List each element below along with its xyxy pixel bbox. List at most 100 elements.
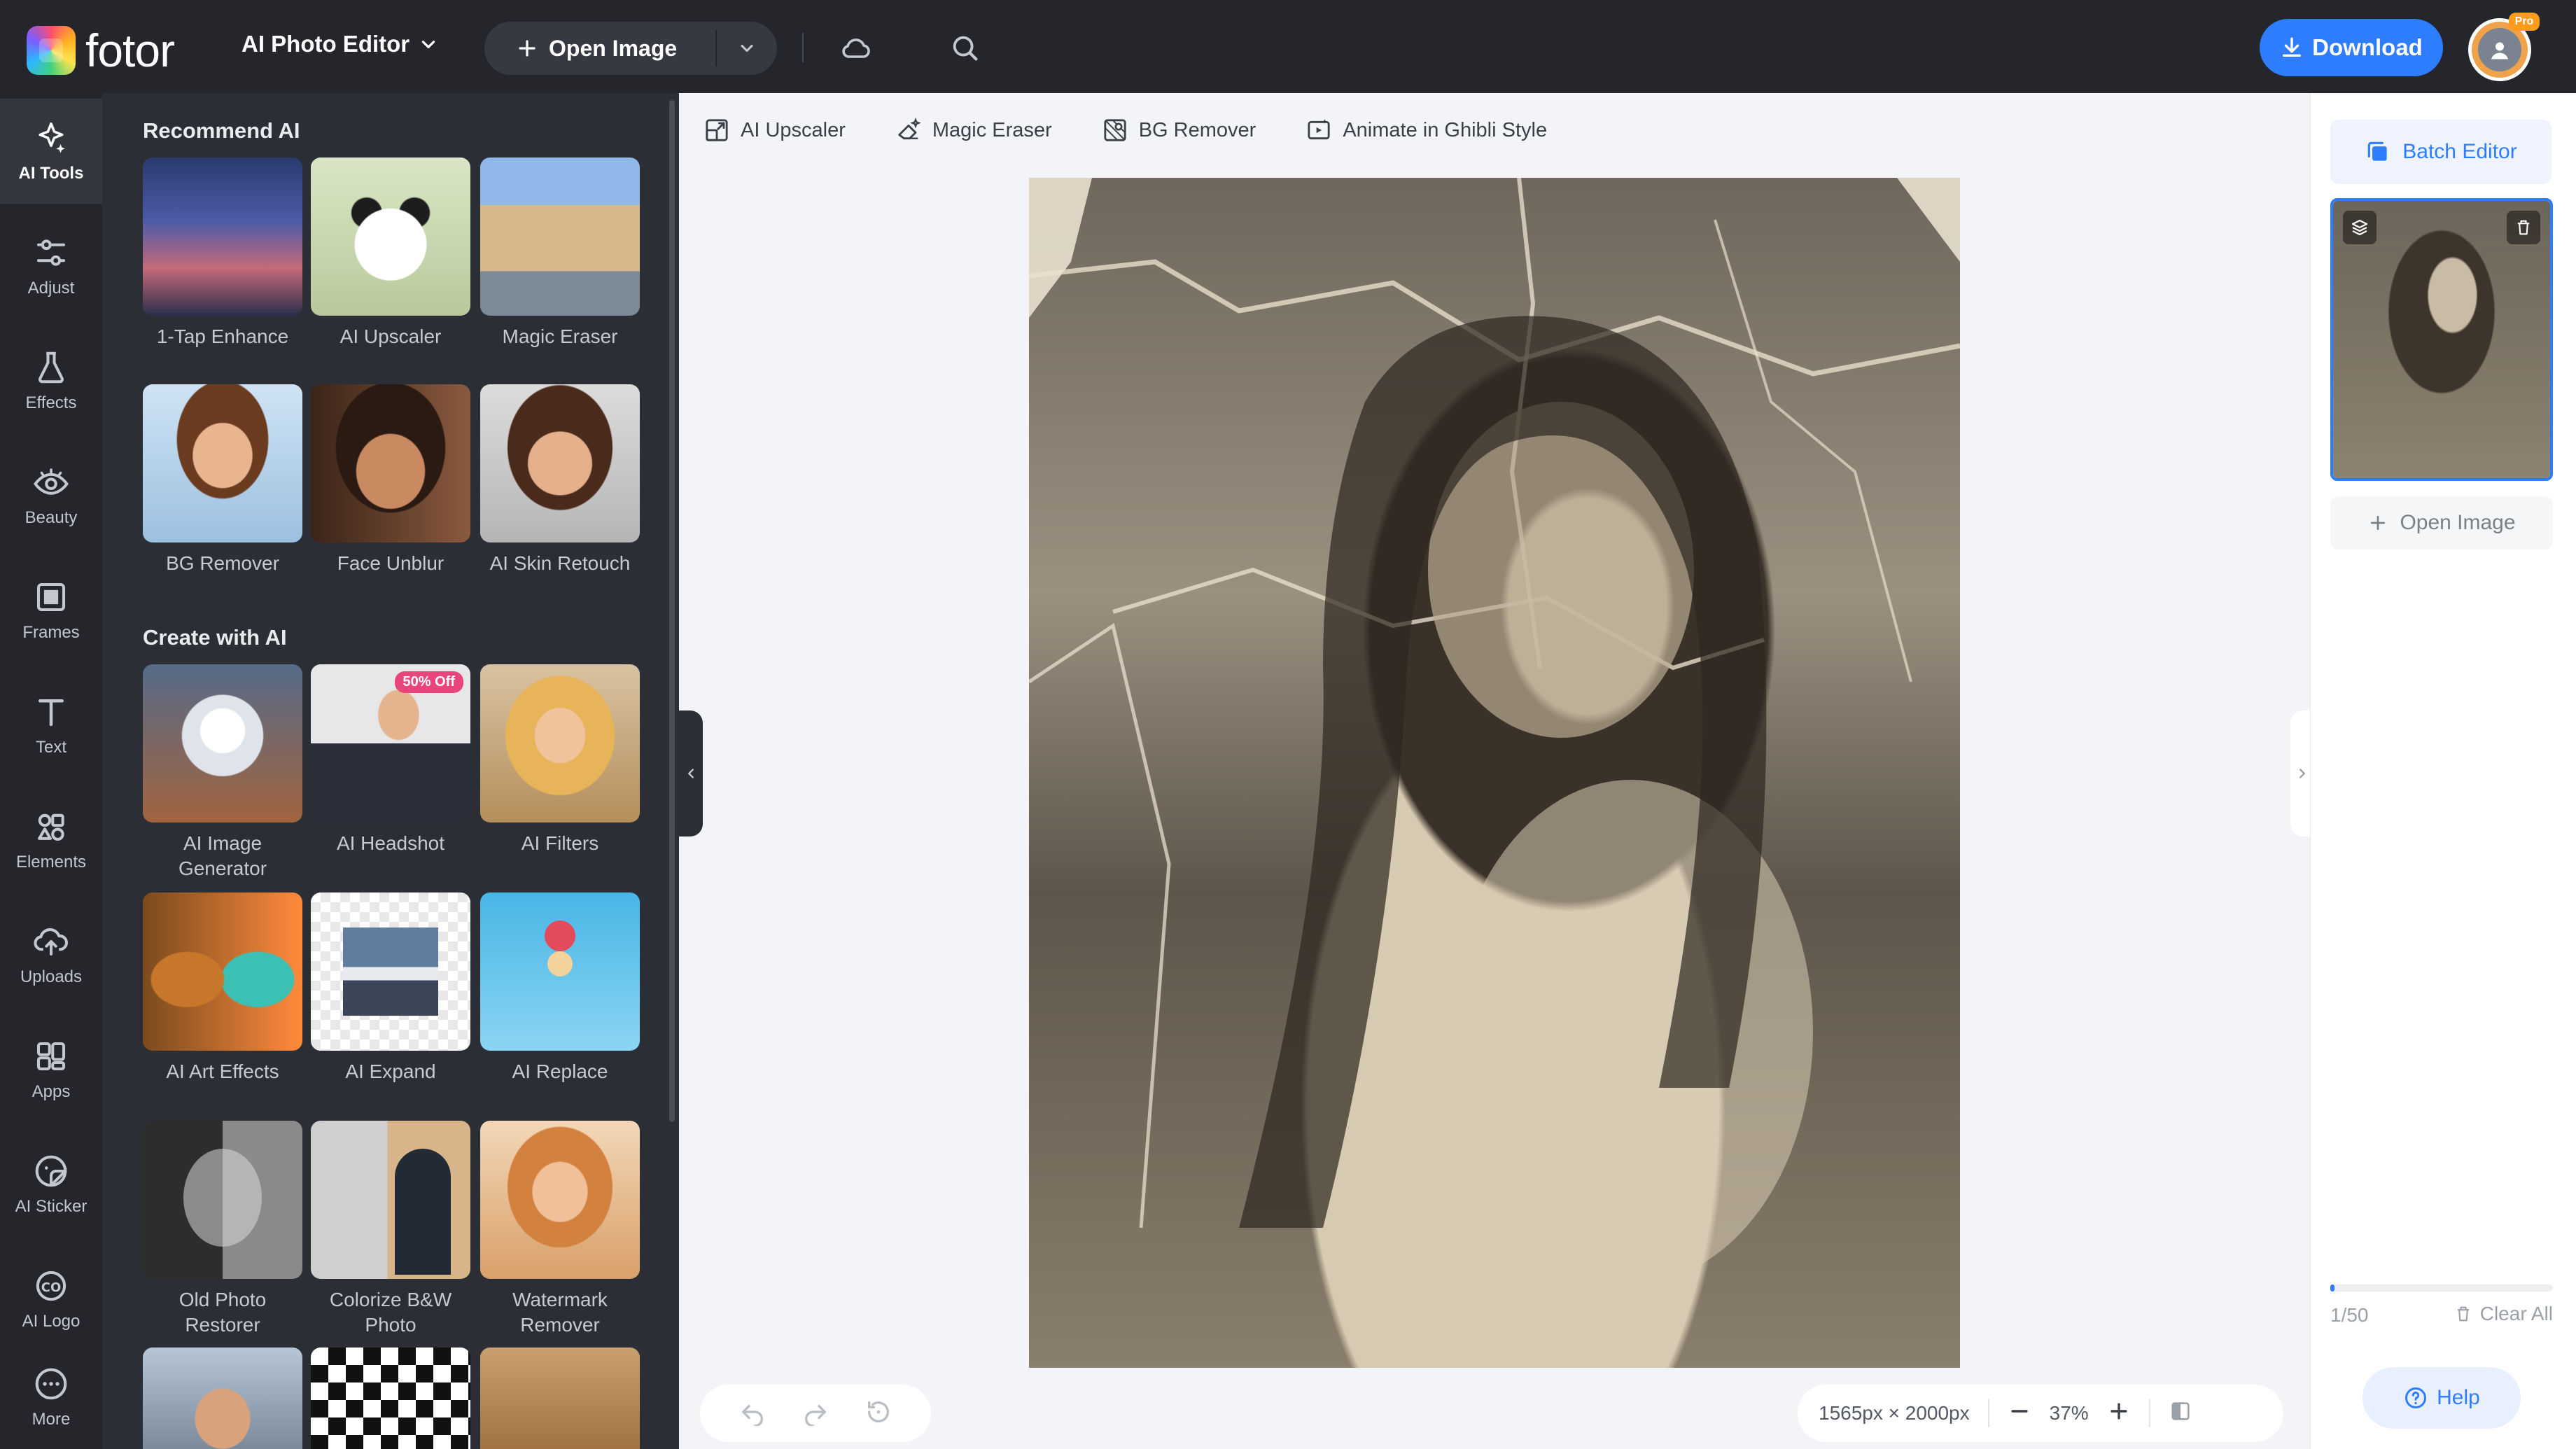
- collapse-panel-button[interactable]: [679, 710, 703, 836]
- layers-icon: [2351, 219, 2368, 236]
- rail-item-text[interactable]: Text: [0, 673, 102, 778]
- quick-label: Animate in Ghibli Style: [1343, 118, 1548, 141]
- product-menu-dropdown[interactable]: AI Photo Editor: [241, 31, 438, 57]
- tool-thumbnail: 50% Off: [311, 664, 470, 822]
- rail-item-elements[interactable]: Elements: [0, 788, 102, 892]
- tool-thumbnail: [480, 1348, 640, 1449]
- rail-label: AI Logo: [22, 1312, 80, 1331]
- tool-colorize-bw-photo[interactable]: Colorize B&W Photo: [311, 1121, 470, 1338]
- tool-1-tap-enhance[interactable]: 1-Tap Enhance: [143, 158, 302, 349]
- search-button[interactable]: [948, 31, 983, 66]
- rail-item-ai-sticker[interactable]: AI Sticker: [0, 1132, 102, 1237]
- tool-thumbnail: [143, 384, 302, 542]
- frame-icon: [36, 582, 66, 612]
- svg-text:CO: CO: [41, 1280, 62, 1295]
- tool-next-row-2[interactable]: [311, 1348, 470, 1449]
- quick-ai-upscaler[interactable]: AI Upscaler: [703, 116, 846, 144]
- panel-scrollbar[interactable]: [669, 100, 675, 1122]
- tool-magic-eraser[interactable]: Magic Eraser: [480, 158, 640, 349]
- rail-label: More: [31, 1410, 71, 1429]
- layers-button[interactable]: [2343, 211, 2376, 244]
- tool-ai-expand[interactable]: AI Expand: [311, 892, 470, 1084]
- rail-label: Frames: [22, 623, 80, 642]
- image-thumbnail-card[interactable]: [2330, 198, 2553, 481]
- rail-item-frames[interactable]: Frames: [0, 558, 102, 663]
- tool-label: AI Headshot: [336, 832, 445, 854]
- tool-thumbnail: [311, 1348, 470, 1449]
- zoom-in-button[interactable]: [2107, 1399, 2131, 1428]
- rail-item-more[interactable]: More: [0, 1345, 102, 1449]
- redo-icon: [805, 1404, 826, 1427]
- redo-button[interactable]: [802, 1398, 830, 1429]
- canvas-photo[interactable]: [1029, 178, 1960, 1368]
- upscale-icon: [706, 119, 728, 141]
- quick-magic-eraser[interactable]: Magic Eraser: [895, 116, 1052, 144]
- text-icon: [38, 699, 64, 727]
- plus-icon: [2371, 515, 2386, 531]
- rail-item-beauty[interactable]: Beauty: [0, 443, 102, 548]
- tool-thumbnail: [480, 1121, 640, 1279]
- tool-label: AI Image Generator: [178, 832, 267, 879]
- tool-ai-headshot[interactable]: 50% Off AI Headshot: [311, 664, 470, 856]
- logo-text: fotor: [85, 24, 175, 76]
- search-icon: [953, 36, 978, 61]
- reset-button[interactable]: [864, 1398, 892, 1429]
- batch-editor-label: Batch Editor: [2402, 140, 2517, 163]
- eye-icon: [34, 468, 69, 495]
- quick-bg-remover[interactable]: BG Remover: [1101, 116, 1256, 144]
- zoom-out-button[interactable]: [2008, 1399, 2031, 1428]
- rail-item-effects[interactable]: Effects: [0, 328, 102, 433]
- tool-ai-filters[interactable]: AI Filters: [480, 664, 640, 856]
- chevron-left-icon: [688, 769, 694, 778]
- rail-item-uploads[interactable]: Uploads: [0, 902, 102, 1007]
- quick-animate-ghibli[interactable]: Animate in Ghibli Style: [1305, 116, 1547, 144]
- tool-face-unblur[interactable]: Face Unblur: [311, 384, 470, 576]
- rail-item-apps[interactable]: Apps: [0, 1017, 102, 1122]
- help-button[interactable]: Help: [2362, 1367, 2521, 1429]
- tool-next-row-1[interactable]: [143, 1348, 302, 1449]
- delete-image-button[interactable]: [2507, 211, 2540, 244]
- fotor-logo[interactable]: fotor: [27, 24, 175, 77]
- plus-icon: [2110, 1402, 2127, 1420]
- tool-next-row-3[interactable]: [480, 1348, 640, 1449]
- tool-thumbnail: [143, 1348, 302, 1449]
- batch-editor-button[interactable]: Batch Editor: [2330, 120, 2552, 184]
- avatar-image: [2478, 28, 2521, 71]
- tool-old-photo-restorer[interactable]: Old Photo Restorer: [143, 1121, 302, 1338]
- rail-label: AI Sticker: [15, 1197, 88, 1216]
- tool-ai-image-generator[interactable]: AI Image Generator: [143, 664, 302, 881]
- open-image-dropdown-button[interactable]: [717, 22, 777, 75]
- tool-ai-art-effects[interactable]: AI Art Effects: [143, 892, 302, 1084]
- zoom-level[interactable]: 37%: [2050, 1402, 2089, 1424]
- left-navigation-rail: AI Tools Adjust Effects Beauty Frames Te…: [0, 93, 102, 1449]
- tool-bg-remover[interactable]: BG Remover: [143, 384, 302, 576]
- add-image-button[interactable]: Open Image: [2330, 496, 2553, 550]
- tool-ai-replace[interactable]: AI Replace: [480, 892, 640, 1084]
- add-image-label: Open Image: [2400, 511, 2516, 534]
- tool-ai-skin-retouch[interactable]: AI Skin Retouch: [480, 384, 640, 576]
- zoom-controls: 1565px × 2000px 37%: [1798, 1385, 2283, 1442]
- rail-item-adjust[interactable]: Adjust: [0, 214, 102, 318]
- create-with-ai-title: Create with AI: [143, 625, 287, 650]
- tool-ai-upscaler[interactable]: AI Upscaler: [311, 158, 470, 349]
- undo-button[interactable]: [738, 1398, 766, 1429]
- tool-watermark-remover[interactable]: Watermark Remover: [480, 1121, 640, 1338]
- open-image-button[interactable]: Open Image: [484, 22, 715, 75]
- quick-label: Magic Eraser: [932, 118, 1052, 141]
- rail-item-ai-logo[interactable]: CO AI Logo: [0, 1247, 102, 1352]
- flask-icon: [38, 351, 64, 384]
- ai-tools-panel: Recommend AI 1-Tap Enhance AI Upscaler M…: [102, 93, 679, 1449]
- trash-icon: [2517, 220, 2530, 235]
- compare-toggle-button[interactable]: [2169, 1399, 2192, 1428]
- bg-remover-icon: [1104, 119, 1126, 141]
- rail-label: Text: [35, 738, 66, 757]
- clear-all-button[interactable]: Clear All: [2438, 1303, 2553, 1325]
- rail-item-ai-tools[interactable]: AI Tools: [0, 99, 102, 204]
- cloud-save-button[interactable]: [839, 31, 874, 66]
- image-count-progress-fill: [2330, 1284, 2335, 1292]
- zoom-divider: [2148, 1399, 2150, 1427]
- tool-thumbnail: [143, 1121, 302, 1279]
- download-button[interactable]: Download: [2260, 19, 2443, 76]
- discount-badge: 50% Off: [394, 671, 463, 693]
- rail-label: Beauty: [24, 508, 78, 527]
